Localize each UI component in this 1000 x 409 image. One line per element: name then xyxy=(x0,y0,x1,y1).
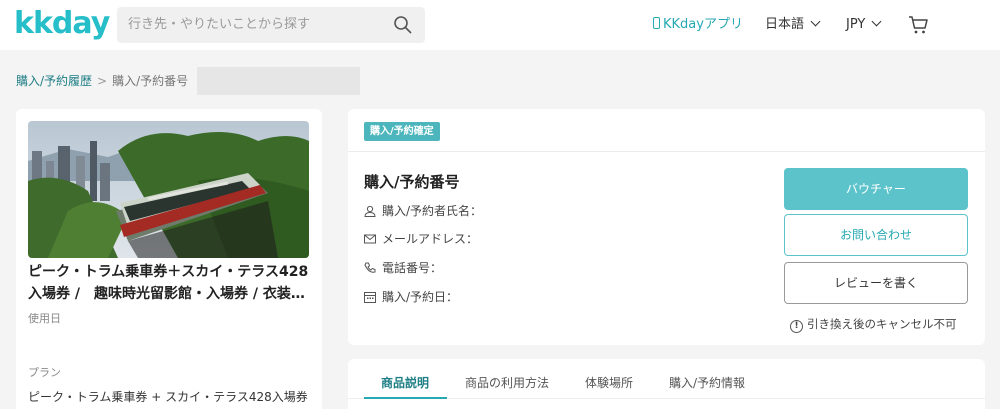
product-photo[interactable] xyxy=(28,121,309,258)
write-review-button[interactable]: レビューを書く xyxy=(784,262,968,304)
chevron-down-icon xyxy=(871,16,882,27)
status-badge: 購入/予約確定 xyxy=(364,122,440,141)
kkday-logo[interactable]: kkday xyxy=(14,6,110,42)
product-tabs: 商品説明 商品の利用方法 体験場所 購入/予約情報 xyxy=(348,359,985,409)
tab-location[interactable]: 体験場所 xyxy=(585,374,633,392)
search-icon[interactable] xyxy=(393,15,413,35)
booking-date-row: 購入/予約日： xyxy=(364,288,458,306)
email-label: メールアドレス： xyxy=(382,232,479,246)
user-icon xyxy=(364,205,376,217)
booker-name-row: 購入/予約者氏名： xyxy=(364,202,482,220)
chevron-down-icon xyxy=(810,16,821,27)
phone-icon xyxy=(364,262,376,273)
phone-label: 電話番号： xyxy=(382,261,443,275)
currency-selector[interactable]: JPY xyxy=(846,15,882,35)
booker-name-label: 購入/予約者氏名： xyxy=(382,204,483,218)
language-selector[interactable]: 日本語 xyxy=(765,15,821,35)
cancellation-notice: ! 引き換え後のキャンセル不可 xyxy=(790,315,957,333)
booking-details-card: 購入/予約確定 購入/予約番号 購入/予約者氏名： メールアドレス： 電話番号：… xyxy=(348,109,985,345)
language-label: 日本語 xyxy=(765,17,805,32)
breadcrumb-separator: > xyxy=(97,74,108,88)
search-input[interactable]: 行き先・やりたいことから探す xyxy=(128,16,310,34)
tab-product-description[interactable]: 商品説明 xyxy=(381,374,429,392)
tab-how-to-use[interactable]: 商品の利用方法 xyxy=(465,374,549,392)
cart-icon[interactable] xyxy=(908,15,930,35)
app-download-link[interactable]: KKdayアプリ xyxy=(653,15,743,35)
plan-label: プラン xyxy=(28,366,61,379)
card-divider xyxy=(348,151,985,152)
phone-row: 電話番号： xyxy=(364,259,442,277)
info-icon: ! xyxy=(790,320,803,333)
booking-date-label: 購入/予約日： xyxy=(382,290,459,304)
plan-value: ピーク・トラム乗車券 + スカイ・テラス428入場券 xyxy=(28,390,308,404)
calendar-icon xyxy=(364,292,376,303)
active-tab-indicator xyxy=(364,397,447,399)
use-date-label: 使用日 xyxy=(28,312,61,325)
app-link-label: KKdayアプリ xyxy=(663,17,743,32)
breadcrumb-history-link[interactable]: 購入/予約履歴 xyxy=(16,74,92,88)
tab-booking-info[interactable]: 購入/予約情報 xyxy=(669,374,745,392)
order-number-title: 購入/予約番号 xyxy=(364,173,460,191)
breadcrumb: 購入/予約履歴 > 購入/予約番号 xyxy=(16,72,188,90)
search-bar[interactable]: 行き先・やりたいことから探す xyxy=(117,7,425,43)
product-title[interactable]: ピーク・トラム乗車券＋スカイ・テラス428入場券 / 趣味時光留影館・入場券 /… xyxy=(28,261,310,305)
email-row: メールアドレス： xyxy=(364,230,478,248)
top-header: kkday 行き先・やりたいことから探す KKdayアプリ 日本語 JPY xyxy=(0,0,1000,50)
voucher-button[interactable]: バウチャー xyxy=(784,168,968,210)
currency-label: JPY xyxy=(846,17,866,32)
cancellation-notice-text: 引き換え後のキャンセル不可 xyxy=(807,317,957,331)
mail-icon xyxy=(364,234,376,244)
breadcrumb-current: 購入/予約番号 xyxy=(112,74,189,88)
mobile-phone-icon xyxy=(653,17,660,29)
redacted-order-number xyxy=(197,67,360,95)
contact-button[interactable]: お問い合わせ xyxy=(784,214,968,256)
product-card: ピーク・トラム乗車券＋スカイ・テラス428入場券 / 趣味時光留影館・入場券 /… xyxy=(16,109,322,409)
